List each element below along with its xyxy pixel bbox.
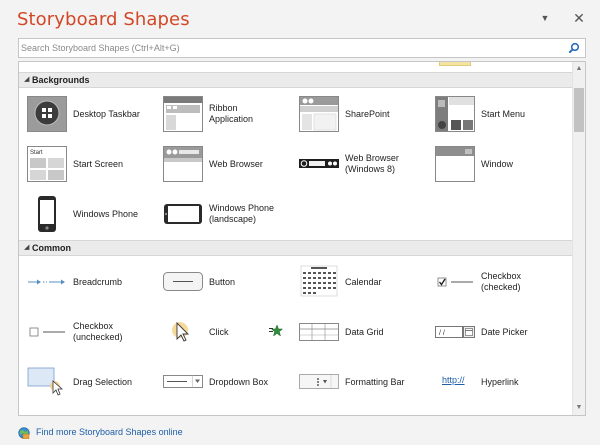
shape-windows-phone[interactable]: Windows Phone bbox=[27, 196, 161, 234]
search-icon[interactable] bbox=[568, 42, 580, 54]
shape-start-menu[interactable]: Start Menu bbox=[435, 96, 569, 134]
shape-checkbox-checked[interactable]: Checkbox (checked) bbox=[435, 264, 569, 302]
shape-hyperlink[interactable]: http:// Hyperlink bbox=[435, 364, 569, 402]
hyperlink-thumb-text: http:// bbox=[442, 375, 465, 385]
dropdown-icon[interactable]: ▼ bbox=[537, 10, 553, 26]
shape-label: Windows Phone bbox=[73, 209, 139, 219]
scroll-up-icon[interactable]: ▲ bbox=[573, 63, 585, 75]
shape-thumbnail-partial bbox=[439, 62, 471, 66]
shape-button[interactable]: Button bbox=[163, 264, 297, 302]
globe-icon bbox=[18, 427, 30, 439]
start-screen-thumb-text: Start bbox=[30, 150, 43, 156]
calendar-icon bbox=[300, 265, 338, 297]
shape-web-browser-windows8[interactable]: Web Browser (Windows 8) bbox=[299, 146, 433, 184]
web-browser-windows8-icon bbox=[299, 159, 339, 168]
start-menu-icon bbox=[435, 96, 475, 132]
pane-title: Storyboard Shapes bbox=[17, 9, 190, 30]
shape-label: Button bbox=[209, 277, 236, 287]
shape-window[interactable]: Window bbox=[435, 146, 569, 184]
shapes-panel: ◢ Backgrounds Desktop Taskbar Ribbon Appl… bbox=[18, 61, 586, 416]
drag-selection-icon bbox=[27, 367, 64, 396]
shape-data-grid[interactable]: Data Grid bbox=[299, 314, 433, 352]
button-icon bbox=[163, 272, 203, 291]
shape-label: Data Grid bbox=[345, 327, 384, 337]
formatting-bar-icon bbox=[299, 374, 339, 389]
hyperlink-icon: http:// bbox=[435, 364, 475, 400]
close-icon[interactable]: ✕ bbox=[571, 10, 587, 26]
shape-breadcrumb[interactable]: Breadcrumb bbox=[27, 264, 161, 302]
shape-date-picker[interactable]: / / Date Picker bbox=[435, 314, 569, 352]
click-icon bbox=[172, 321, 190, 342]
section-label: Common bbox=[32, 243, 71, 253]
shape-label: Dropdown Box bbox=[209, 377, 269, 387]
shape-label: Checkbox (checked) bbox=[481, 271, 522, 292]
shape-label: SharePoint bbox=[345, 109, 390, 119]
shape-ribbon-application[interactable]: Ribbon Application bbox=[163, 96, 297, 134]
shape-web-browser[interactable]: Web Browser bbox=[163, 146, 297, 184]
desktop-taskbar-icon bbox=[27, 96, 67, 132]
svg-text:/ /: / / bbox=[439, 330, 445, 337]
checkbox-checked-icon bbox=[437, 277, 473, 287]
date-picker-icon: / / bbox=[435, 326, 475, 338]
data-grid-icon bbox=[299, 323, 339, 341]
shape-checkbox-unchecked[interactable]: Checkbox (unchecked) bbox=[27, 314, 161, 352]
section-label: Backgrounds bbox=[32, 75, 90, 85]
checkbox-unchecked-icon bbox=[29, 327, 65, 337]
shape-desktop-taskbar[interactable]: Desktop Taskbar bbox=[27, 96, 161, 134]
shape-label: Formatting Bar bbox=[345, 377, 405, 387]
shape-label: Date Picker bbox=[481, 327, 528, 337]
shape-label: Checkbox (unchecked) bbox=[73, 321, 123, 342]
scroll-down-icon[interactable]: ▼ bbox=[573, 402, 585, 414]
web-browser-icon bbox=[163, 146, 203, 182]
windows-phone-icon bbox=[38, 196, 56, 232]
shape-label: Ribbon Application bbox=[209, 103, 254, 124]
shape-click[interactable]: Click bbox=[163, 314, 297, 352]
shape-label: Start Menu bbox=[481, 109, 526, 119]
shape-label: Windows Phone (landscape) bbox=[209, 203, 275, 224]
vertical-scrollbar[interactable]: ▲ ▼ bbox=[572, 62, 585, 415]
new-shape-star-icon bbox=[269, 324, 283, 337]
shape-drag-selection[interactable]: Drag Selection bbox=[27, 364, 161, 402]
shape-label: Hyperlink bbox=[481, 377, 519, 387]
collapse-triangle-icon[interactable]: ◢ bbox=[24, 243, 29, 253]
window-icon bbox=[435, 146, 475, 182]
breadcrumb-icon bbox=[28, 279, 65, 285]
shape-label: Breadcrumb bbox=[73, 277, 123, 287]
scrollbar-thumb[interactable] bbox=[574, 88, 584, 132]
shape-label: Desktop Taskbar bbox=[73, 109, 140, 119]
find-more-shapes-link[interactable]: Find more Storyboard Shapes online bbox=[36, 427, 183, 437]
shape-label: Drag Selection bbox=[73, 377, 133, 387]
shape-formatting-bar[interactable]: Formatting Bar bbox=[299, 364, 433, 402]
sharepoint-icon bbox=[299, 96, 339, 132]
shape-label: Web Browser bbox=[209, 159, 263, 169]
section-header-common[interactable]: ◢ Common bbox=[19, 240, 573, 256]
ribbon-application-icon bbox=[163, 96, 203, 132]
search-input[interactable] bbox=[21, 40, 561, 56]
shape-calendar[interactable]: Calendar bbox=[299, 264, 433, 302]
shape-label: Web Browser (Windows 8) bbox=[345, 153, 399, 174]
shape-start-screen[interactable]: Start Start Screen bbox=[27, 146, 161, 184]
shape-windows-phone-landscape[interactable]: Windows Phone (landscape) bbox=[163, 196, 297, 234]
title-bar: Storyboard Shapes ▼ ✕ bbox=[0, 0, 600, 38]
shape-label: Click bbox=[209, 327, 229, 337]
windows-phone-landscape-icon bbox=[164, 204, 202, 224]
start-screen-icon: Start bbox=[27, 146, 67, 182]
shape-sharepoint[interactable]: SharePoint bbox=[299, 96, 433, 134]
search-box[interactable] bbox=[18, 38, 586, 58]
shape-label: Start Screen bbox=[73, 159, 124, 169]
collapse-triangle-icon[interactable]: ◢ bbox=[24, 75, 29, 85]
dropdown-box-icon bbox=[163, 375, 203, 388]
shape-label: Calendar bbox=[345, 277, 382, 287]
section-header-backgrounds[interactable]: ◢ Backgrounds bbox=[19, 72, 573, 88]
shape-dropdown-box[interactable]: Dropdown Box bbox=[163, 364, 297, 402]
shape-label: Window bbox=[481, 159, 514, 169]
